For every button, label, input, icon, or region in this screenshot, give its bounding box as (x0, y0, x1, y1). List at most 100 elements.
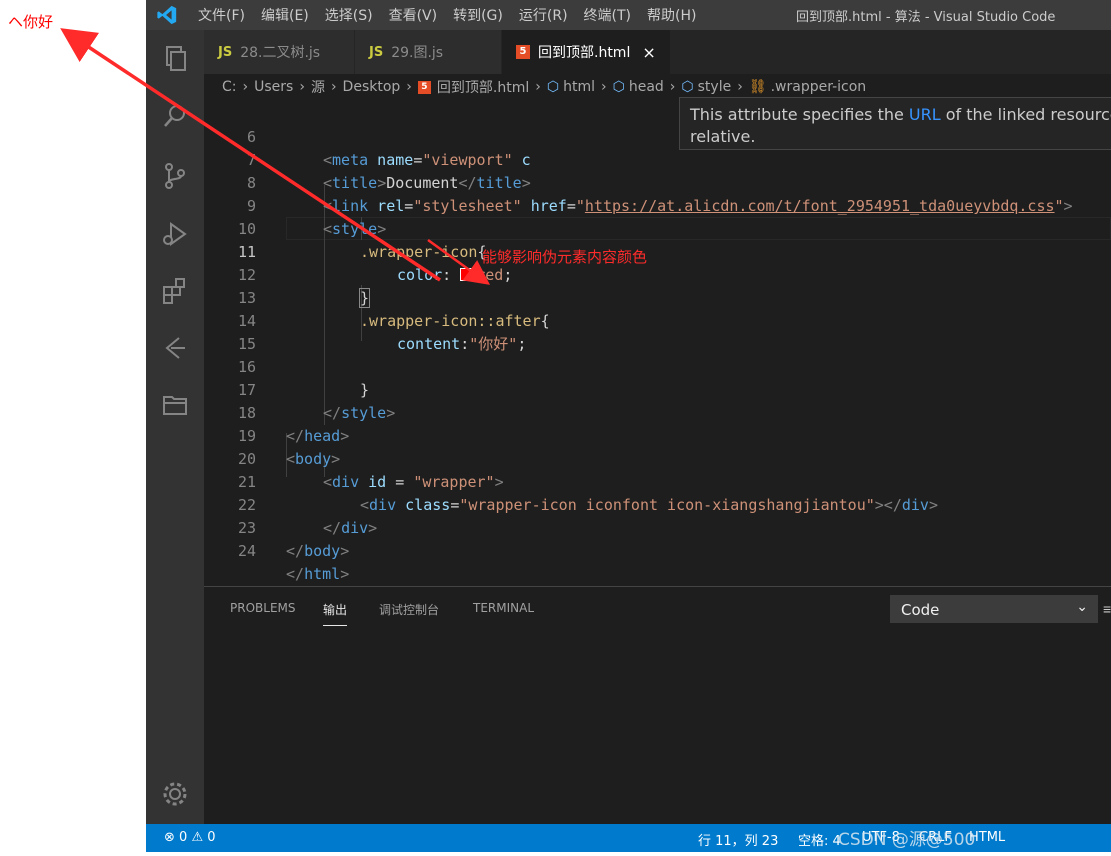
run-debug-icon[interactable] (159, 218, 191, 250)
code-line: 16 } (204, 333, 369, 399)
code-line: 8 <link rel="stylesheet" href="https://a… (204, 149, 1073, 215)
tab-label: 29.图.js (391, 45, 444, 61)
js-file-icon: JS (369, 44, 384, 60)
tab-graph[interactable]: JS 29.图.js (355, 30, 502, 74)
code-line: 18 </head> (204, 379, 349, 445)
code-text: </style> (323, 404, 396, 422)
breadcrumb-item[interactable]: .wrapper-icon (771, 79, 867, 95)
breadcrumb-item[interactable]: style (698, 79, 732, 95)
code-text: </html> (286, 565, 350, 583)
hover-tooltip: This attribute specifies the URL of the … (679, 97, 1111, 150)
code-line: 24 </html> (204, 517, 349, 583)
breadcrumb-item[interactable]: head (629, 79, 664, 95)
code-line: 19 <body> (204, 402, 340, 468)
code-text: color: red; (397, 266, 513, 284)
tab-label: 回到顶部.html (538, 45, 631, 61)
tab-terminal[interactable]: TERMINAL (473, 601, 534, 615)
menu-view[interactable]: 查看(V) (389, 5, 438, 25)
remote-explorer-icon[interactable] (159, 332, 191, 364)
breadcrumb-item[interactable]: Desktop (343, 79, 401, 95)
code-text: <link rel="stylesheet" href="https://at.… (323, 197, 1073, 215)
code-line: 7 <title>Document</title> (204, 126, 531, 192)
html5-file-icon: 5 (516, 45, 530, 59)
stylesheet-link[interactable]: https://at.alicdn.com/t/font_2954951_tda… (585, 197, 1055, 215)
element-icon: ⬡ (546, 79, 560, 95)
code-line: 22 </div> (204, 471, 377, 537)
js-file-icon: JS (218, 44, 233, 60)
chevron-right-icon: › (737, 79, 743, 95)
chevron-right-icon: › (299, 79, 305, 95)
vscode-logo-icon (156, 4, 178, 26)
extensions-icon[interactable] (159, 275, 191, 307)
code-text: </div> (323, 519, 378, 537)
code-text: </body> (286, 542, 350, 560)
tab-back-to-top[interactable]: 5 回到顶部.html × (502, 30, 671, 74)
menu-edit[interactable]: 编辑(E) (261, 5, 309, 25)
title-bar: 文件(F) 编辑(E) 选择(S) 查看(V) 转到(G) 运行(R) 终端(T… (146, 0, 1111, 30)
indentation[interactable]: 空格: 4 (798, 830, 841, 849)
preview-text: ヘ你好 (8, 13, 54, 31)
cursor-position[interactable]: 行 11，列 23 (698, 830, 778, 849)
source-control-icon[interactable] (159, 160, 191, 192)
code-line: 14 content:"你好"; (204, 287, 526, 353)
watermark: CSDN @源@500 (838, 830, 976, 850)
breadcrumb-item[interactable]: Users (254, 79, 293, 95)
chevron-right-icon: › (535, 79, 541, 95)
code-line: 9 <style> (204, 172, 386, 238)
breadcrumb-item[interactable]: C: (222, 79, 237, 95)
css-rule-icon: ⛓ (748, 79, 767, 95)
search-icon[interactable] (159, 100, 191, 132)
chevron-right-icon: › (330, 79, 337, 95)
error-icon: ⊗ (164, 830, 175, 845)
chevron-right-icon: › (600, 79, 607, 95)
folder-icon[interactable] (159, 388, 191, 420)
html5-file-icon: 5 (417, 80, 431, 94)
browser-preview: ヘ你好 (0, 0, 146, 856)
code-line: 11 color: red; (204, 218, 512, 284)
menu-help[interactable]: 帮助(H) (647, 5, 696, 25)
code-text: <div class="wrapper-icon iconfont icon-x… (360, 496, 938, 514)
url-link[interactable]: URL (909, 105, 941, 124)
tab-binary-tree[interactable]: JS 28.二叉树.js (204, 30, 355, 74)
tooltip-line: This attribute specifies the URL of the … (690, 105, 1111, 124)
color-swatch[interactable] (460, 268, 474, 281)
breadcrumb-item[interactable]: 回到顶部.html (437, 77, 529, 97)
code-text: <title>Document</title> (323, 174, 531, 192)
tab-problems[interactable]: PROBLEMS (230, 601, 296, 615)
code-text: </head> (286, 427, 350, 445)
current-line-highlight (286, 217, 1111, 240)
breadcrumb-item[interactable]: 源 (311, 77, 325, 97)
output-channel-select[interactable]: Code ⌄ (890, 595, 1098, 623)
code-text: } (358, 288, 371, 308)
menu-terminal[interactable]: 终端(T) (584, 5, 631, 25)
list-icon[interactable]: ≡ (1103, 601, 1111, 617)
explorer-icon[interactable] (159, 42, 191, 74)
code-text: .wrapper-icon::after{ (360, 312, 550, 330)
menu-go[interactable]: 转到(G) (453, 5, 503, 25)
tab-output[interactable]: 输出 (323, 601, 348, 626)
line-number: 24 (237, 542, 256, 560)
code-line: 15 (204, 310, 258, 353)
bottom-panel: PROBLEMS 输出 调试控制台 TERMINAL Code ⌄ ≡ (204, 586, 1111, 825)
annotation-text: 能够影响伪元素内容颜色 (482, 248, 648, 266)
problems-status[interactable]: ⊗ 0 ⚠ 0 (164, 830, 216, 845)
code-text: <meta name="viewport" c (323, 151, 531, 169)
gear-icon[interactable] (159, 778, 191, 810)
code-text: <div id = "wrapper"> (323, 473, 504, 491)
chevron-right-icon: › (406, 79, 412, 95)
menu-file[interactable]: 文件(F) (198, 5, 245, 25)
element-icon: ⬡ (681, 79, 694, 95)
breadcrumb-item[interactable]: html (563, 79, 595, 95)
code-line: 20 <div id = "wrapper"> (204, 425, 504, 491)
tooltip-line: relative. (690, 127, 756, 146)
close-icon[interactable]: × (642, 43, 655, 62)
warning-icon: ⚠ (191, 830, 204, 845)
chevron-right-icon: › (669, 79, 676, 95)
element-icon: ⬡ (612, 79, 625, 95)
code-editor[interactable]: 6 <meta name="viewport" c 7 <title>Docum… (204, 100, 1111, 583)
tab-debug-console[interactable]: 调试控制台 (379, 601, 439, 618)
menu-run[interactable]: 运行(R) (519, 5, 568, 25)
chevron-right-icon: › (242, 79, 249, 95)
code-text: <body> (286, 450, 341, 468)
menu-selection[interactable]: 选择(S) (325, 5, 373, 25)
